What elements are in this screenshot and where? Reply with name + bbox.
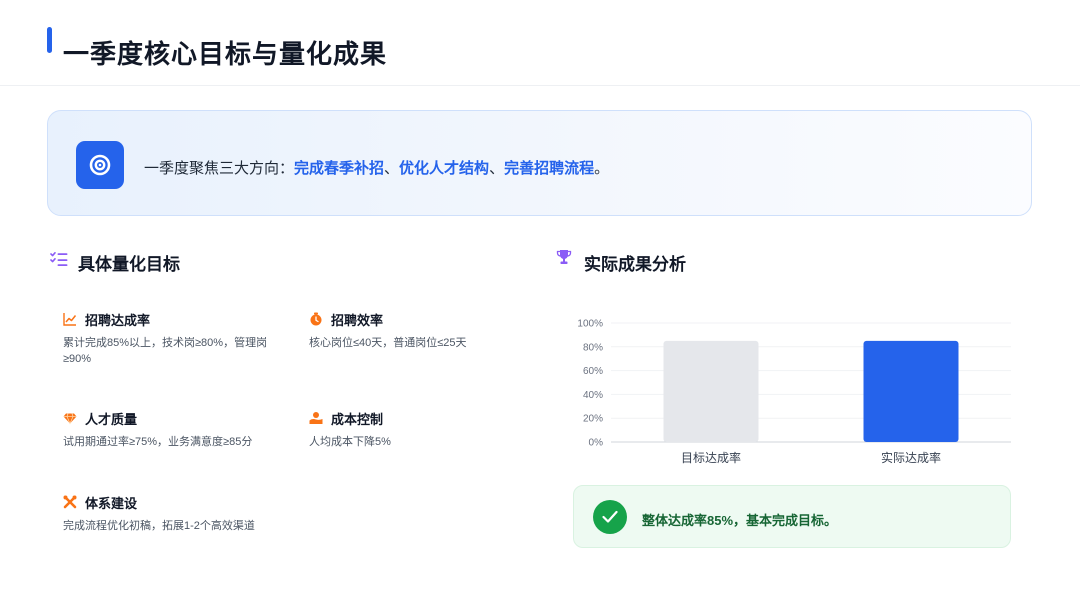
goal-desc: 累计完成85%以上，技术岗≥80%，管理岗≥90%: [63, 337, 268, 365]
goal-desc: 核心岗位≤40天，普通岗位≤25天: [309, 337, 467, 349]
y-tick-label: 20%: [583, 414, 603, 425]
goal-title: 招聘达成率: [85, 313, 151, 328]
y-tick-label: 40%: [583, 390, 603, 401]
goal-desc: 完成流程优化初稿，拓展1-2个高效渠道: [63, 520, 255, 532]
chart-plot: 0% 20% 40% 60% 80% 100% 目标达成率 实际达成率: [577, 319, 1011, 465]
page-header: 一季度核心目标与量化成果: [0, 0, 1080, 86]
goal-item: 体系建设 完成流程优化初稿，拓展1-2个高效渠道: [63, 493, 283, 534]
goal-desc: 人均成本下降5%: [309, 436, 391, 448]
list-check-icon: [50, 251, 68, 272]
summary-suffix: 。: [594, 160, 610, 177]
x-tick-label: 目标达成率: [681, 450, 741, 465]
target-icon: [76, 141, 124, 189]
goal-title: 招聘效率: [331, 313, 384, 328]
trend-chart-icon: [63, 312, 77, 326]
gem-icon: [63, 411, 77, 425]
summary-highlight-2: 优化人才结构: [399, 160, 490, 177]
summary-text: 一季度聚焦三大方向：完成春季补招、优化人才结构、完善招聘流程。: [144, 157, 609, 178]
summary-separator-2: 、: [489, 160, 505, 177]
summary-highlight-1: 完成春季补招: [294, 160, 385, 177]
x-tick-label: 实际达成率: [881, 450, 941, 465]
goal-item: 招聘达成率 累计完成85%以上，技术岗≥80%，管理岗≥90%: [63, 310, 283, 367]
summary-banner: 一季度聚焦三大方向：完成春季补招、优化人才结构、完善招聘流程。: [47, 110, 1032, 216]
bar-1: [663, 340, 759, 442]
bar-2: [863, 340, 959, 442]
check-icon: [593, 500, 627, 534]
stopwatch-icon: [309, 312, 323, 326]
y-tick-label: 60%: [583, 366, 603, 377]
result-summary-card: 整体达成率85%，基本完成目标。: [573, 485, 1011, 548]
summary-separator-1: 、: [384, 160, 400, 177]
result-summary-text: 整体达成率85%，基本完成目标。: [642, 513, 838, 528]
goal-item: 成本控制 人均成本下降5%: [309, 409, 529, 450]
goal-title: 成本控制: [331, 412, 384, 427]
summary-highlight-3: 完善招聘流程: [504, 160, 595, 177]
goal-title: 体系建设: [85, 496, 138, 511]
goal-item: 人才质量 试用期通过率≥75%，业务满意度≥85分: [63, 409, 283, 450]
page-title: 一季度核心目标与量化成果: [63, 39, 388, 69]
tools-icon: [63, 495, 77, 509]
trophy-icon: [556, 249, 572, 270]
achievement-bar-chart: 0% 20% 40% 60% 80% 100% 目标达成率 实际达成率: [565, 308, 1025, 473]
goal-title: 人才质量: [85, 412, 138, 427]
summary-prefix: 一季度聚焦三大方向：: [144, 160, 295, 177]
goal-item: 招聘效率 核心岗位≤40天，普通岗位≤25天: [309, 310, 529, 351]
coins-icon: [309, 411, 323, 425]
goals-section-title: 具体量化目标: [78, 255, 180, 274]
results-section-title: 实际成果分析: [584, 255, 686, 274]
goal-desc: 试用期通过率≥75%，业务满意度≥85分: [63, 436, 253, 448]
title-accent-bar: [47, 27, 52, 53]
y-tick-label: 0%: [589, 438, 604, 449]
y-tick-label: 100%: [577, 319, 603, 330]
y-tick-label: 80%: [583, 342, 603, 353]
